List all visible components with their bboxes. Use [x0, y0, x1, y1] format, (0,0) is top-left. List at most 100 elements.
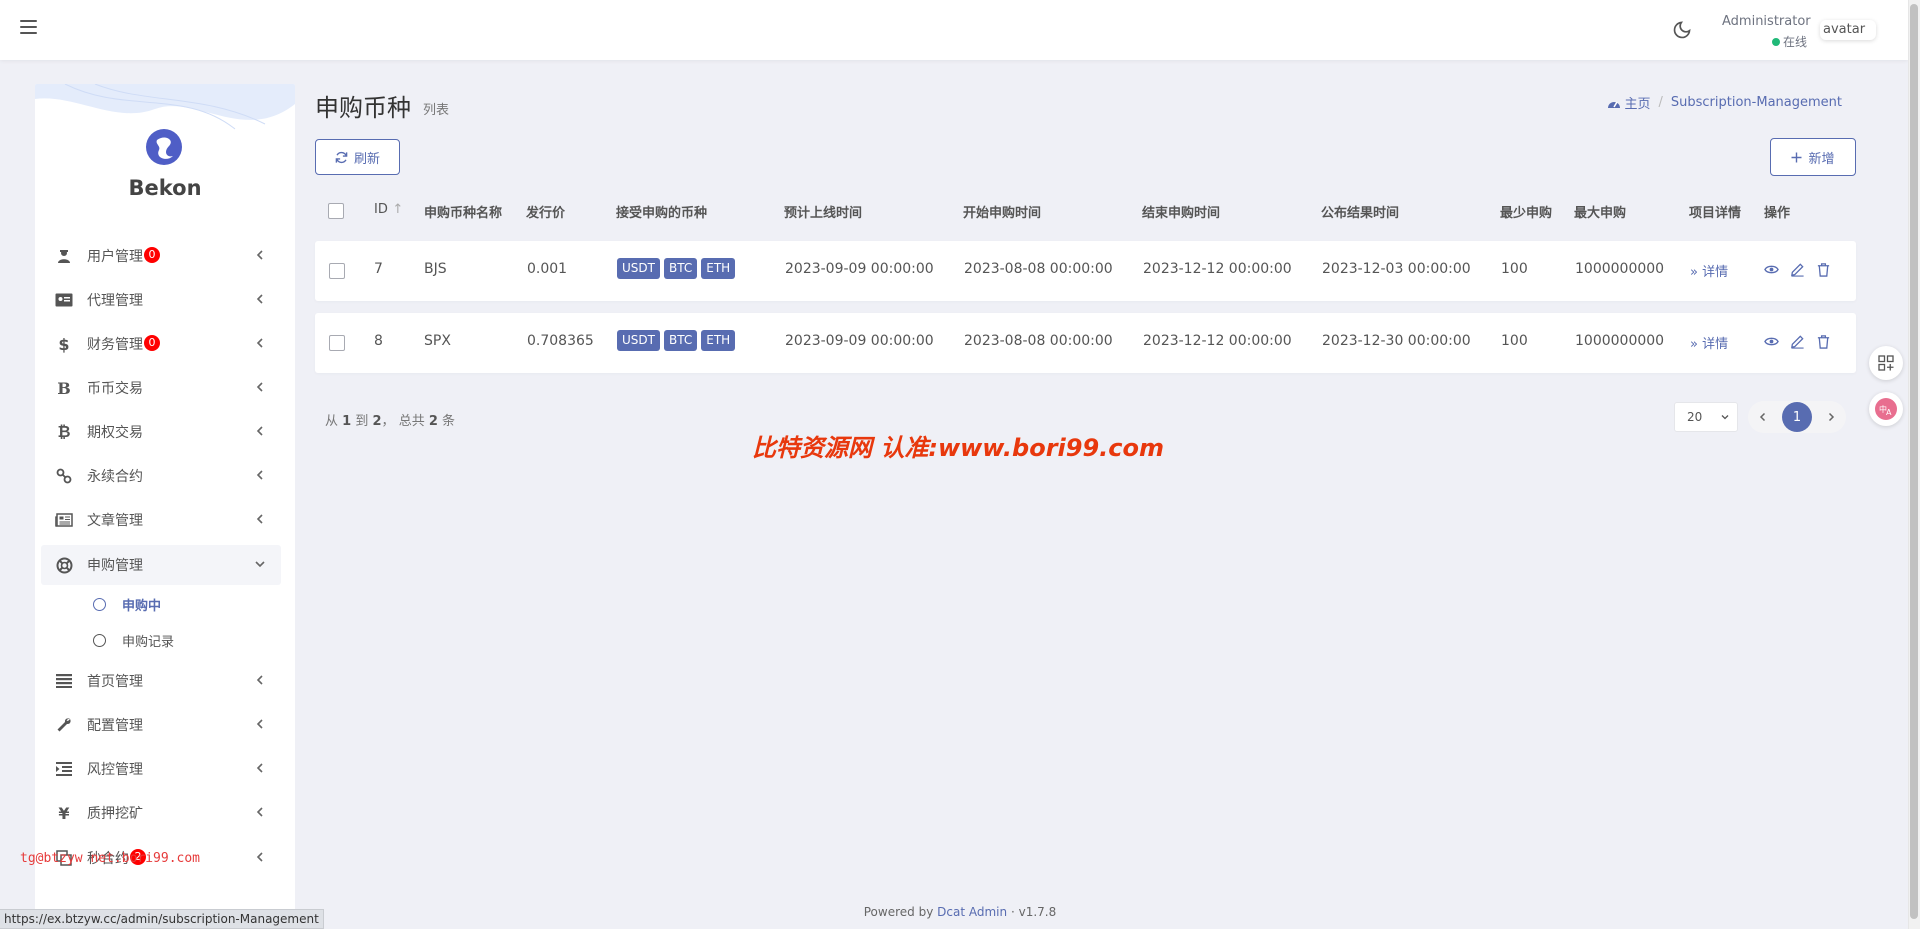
sidebar-item-label: 永续合约 — [87, 469, 143, 485]
cell-announce-time: 2023-12-30 00:00:00 — [1322, 333, 1471, 349]
cell-min: 100 — [1501, 261, 1528, 277]
cell-listing-time: 2023-09-09 00:00:00 — [785, 333, 934, 349]
refresh-button[interactable]: 刷新 — [315, 139, 400, 175]
edit-pencil-icon[interactable] — [1790, 334, 1805, 349]
sidebar-item-article-management[interactable]: 文章管理 — [41, 500, 281, 540]
chevron-down-icon — [1721, 415, 1729, 420]
sidebar-subitem-subscription-records[interactable]: 申购记录 — [93, 625, 174, 655]
sidebar-item-user-management[interactable]: 用户管理 0 — [41, 236, 281, 276]
breadcrumb-home[interactable]: 主页 — [1607, 93, 1651, 112]
sidebar-item-label: 首页管理 — [87, 674, 143, 690]
cell-name: SPX — [424, 333, 451, 349]
next-page-icon[interactable] — [1824, 410, 1838, 424]
pager-total: 2 — [428, 414, 438, 429]
dark-mode-moon-icon[interactable] — [1672, 20, 1692, 40]
user-secret-icon — [55, 247, 73, 265]
page-scrollbar-thumb[interactable] — [1910, 4, 1918, 919]
breadcrumb-current[interactable]: Subscription-Management — [1671, 95, 1842, 110]
user-status-label: 在线 — [1783, 35, 1808, 49]
sidebar-item-options-trading[interactable]: ₿ 期权交易 — [41, 412, 281, 452]
sidebar-item-perpetual-contract[interactable]: 永续合约 — [41, 456, 281, 496]
pager-to-text: 到 — [355, 414, 369, 429]
page-button-current[interactable]: 1 — [1782, 402, 1812, 432]
delete-trash-icon[interactable] — [1816, 334, 1831, 349]
left-watermark-text: tg@btzyw net.bori99.com — [20, 851, 201, 866]
add-new-button[interactable]: 新增 — [1770, 138, 1856, 176]
life-ring-icon — [55, 556, 73, 574]
detail-link[interactable]: » 详情 — [1690, 261, 1728, 280]
chevron-left-icon — [256, 426, 263, 436]
pagination: 1 — [1748, 401, 1846, 433]
row-checkbox[interactable] — [329, 263, 345, 279]
sidebar: Bekon 用户管理 0 代理管理 $ 财务管理 0 B 币币交易 ₿ 期权交易… — [35, 84, 295, 929]
prev-page-icon[interactable] — [1756, 410, 1770, 424]
user-name[interactable]: Administrator — [1722, 14, 1811, 29]
bitcoin-icon: ₿ — [57, 422, 71, 441]
sidebar-item-label: 期权交易 — [87, 425, 143, 441]
sidebar-item-staking-mining[interactable]: ¥ 质押挖矿 — [41, 793, 281, 833]
floating-translate-button[interactable]: 中A — [1869, 392, 1903, 426]
cell-end-time: 2023-12-12 00:00:00 — [1143, 261, 1292, 277]
bars-icon — [55, 672, 73, 690]
select-all-checkbox[interactable] — [328, 203, 344, 219]
chevron-left-icon — [256, 382, 263, 392]
column-header-start-time: 开始申购时间 — [963, 206, 1042, 221]
sidebar-subitem-label: 申购记录 — [122, 634, 175, 650]
sidebar-item-homepage-management[interactable]: 首页管理 — [41, 661, 281, 701]
column-header-actions: 操作 — [1764, 206, 1791, 221]
row-checkbox[interactable] — [329, 335, 345, 351]
dollar-icon: $ — [58, 334, 70, 354]
brand-name[interactable]: Bekon — [35, 176, 295, 200]
column-header-label: ID — [374, 202, 388, 217]
sidebar-item-config-management[interactable]: 配置管理 — [41, 705, 281, 745]
view-eye-icon[interactable] — [1764, 262, 1779, 277]
bold-b-icon: B — [57, 378, 71, 398]
pager-to: 2 — [372, 414, 382, 429]
refresh-icon — [335, 151, 348, 163]
footer-separator: · — [1010, 905, 1015, 919]
sidebar-subitem-label: 申购中 — [122, 598, 162, 614]
edit-pencil-icon[interactable] — [1790, 262, 1805, 277]
column-header-accepted-coins: 接受申购的币种 — [616, 206, 708, 221]
coin-tag: BTC — [663, 330, 698, 351]
sidebar-item-spot-trading[interactable]: B 币币交易 — [41, 368, 281, 408]
chevron-left-icon — [256, 852, 263, 862]
floating-grid-button[interactable] — [1869, 346, 1903, 380]
indent-icon — [55, 760, 73, 778]
row-actions — [1764, 334, 1831, 349]
sidebar-item-finance-management[interactable]: $ 财务管理 0 — [41, 324, 281, 364]
table-header: ID ↑ 申购币种名称 发行价 接受申购的币种 预计上线时间 开始申购时间 结束… — [315, 194, 1856, 226]
double-chevron-right-icon: » — [1690, 265, 1698, 280]
footer-dcat-admin-link[interactable]: Dcat Admin — [937, 905, 1007, 919]
column-header-id[interactable]: ID ↑ — [374, 202, 403, 217]
cell-announce-time: 2023-12-03 00:00:00 — [1322, 261, 1471, 277]
sidebar-item-label: 申购管理 — [87, 558, 143, 574]
bekon-logo-icon[interactable] — [145, 128, 183, 166]
chevron-left-icon — [256, 250, 263, 260]
yen-icon: ¥ — [58, 803, 70, 823]
sidebar-item-label: 配置管理 — [87, 718, 143, 734]
sort-arrow-icon[interactable]: ↑ — [392, 202, 403, 217]
chevron-left-icon — [256, 807, 263, 817]
column-header-project-detail: 项目详情 — [1689, 206, 1742, 221]
detail-link[interactable]: » 详情 — [1690, 333, 1728, 352]
view-eye-icon[interactable] — [1764, 334, 1779, 349]
coin-tag: USDT — [617, 258, 660, 279]
sidebar-item-agent-management[interactable]: 代理管理 — [41, 280, 281, 320]
cell-end-time: 2023-12-12 00:00:00 — [1143, 333, 1292, 349]
delete-trash-icon[interactable] — [1816, 262, 1831, 277]
chevron-left-icon — [256, 763, 263, 773]
column-header-name: 申购币种名称 — [424, 206, 503, 221]
sidebar-item-risk-management[interactable]: 风控管理 — [41, 749, 281, 789]
per-page-select[interactable]: 20 — [1674, 402, 1738, 432]
sidebar-item-label: 代理管理 — [87, 293, 143, 309]
sidebar-item-subscription-management[interactable]: 申购管理 — [41, 545, 281, 585]
cell-start-time: 2023-08-08 00:00:00 — [964, 261, 1113, 277]
detail-link-label: 详情 — [1702, 337, 1729, 352]
cell-price: 0.001 — [527, 261, 568, 277]
sidebar-subitem-subscribing[interactable]: 申购中 — [93, 589, 161, 619]
chevron-left-icon — [256, 719, 263, 729]
cell-id: 7 — [374, 261, 383, 277]
avatar[interactable]: avatar — [1820, 20, 1876, 40]
sidebar-toggle-icon[interactable] — [20, 20, 37, 36]
